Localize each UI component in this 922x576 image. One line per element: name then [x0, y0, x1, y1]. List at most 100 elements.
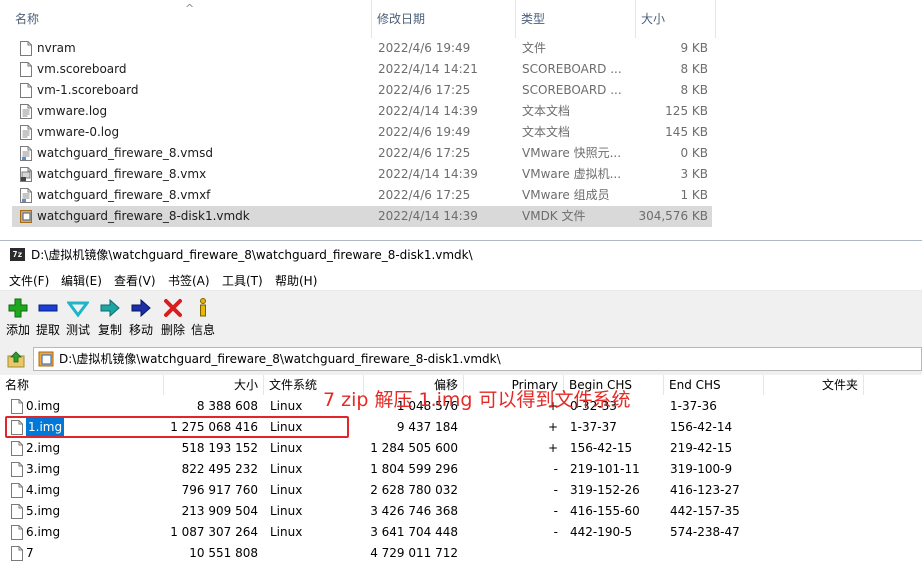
file-name: vm.scoreboard — [37, 62, 127, 76]
file-icon — [20, 41, 32, 56]
row-begin-chs: 219-101-11 — [570, 462, 640, 476]
vmware-config-icon — [20, 167, 32, 182]
window-title: D:\虚拟机镜像\watchguard_fireware_8\watchguar… — [31, 248, 473, 262]
file-row[interactable]: watchguard_fireware_8-disk1.vmdk 2022/4/1… — [12, 206, 712, 227]
row-filesystem: Linux — [270, 420, 303, 434]
file-row[interactable]: vmware-0.log 2022/4/6 19:49 文本文档 145 KB — [12, 122, 712, 143]
row-end-chs: 416-123-27 — [670, 483, 740, 497]
row-name: 3.img — [26, 462, 61, 476]
file-size: 0 KB — [680, 146, 708, 160]
file-row[interactable]: nvram 2022/4/6 19:49 文件 9 KB — [12, 38, 712, 59]
file-type: 文件 — [522, 41, 547, 55]
column-type[interactable]: 类型 — [516, 0, 636, 38]
address-field[interactable]: D:\虚拟机镜像\watchguard_fireware_8\watchguar… — [33, 347, 922, 371]
archive-row[interactable]: 7 10 551 808 4 729 011 712 — [0, 543, 922, 564]
menu-help[interactable]: 帮助(H) — [273, 272, 319, 289]
row-size: 1 275 068 416 — [170, 420, 258, 434]
column-size[interactable]: 大小 — [636, 0, 716, 38]
archive-row[interactable]: 3.img 822 495 232 Linux 1 804 599 296 -219-1… — [0, 459, 922, 480]
file-modified: 2022/4/14 14:39 — [378, 209, 478, 223]
row-offset: 9 437 184 — [396, 420, 458, 434]
address-path: D:\虚拟机镜像\watchguard_fireware_8\watchguar… — [59, 352, 501, 366]
row-size: 8 388 608 — [196, 399, 258, 413]
file-modified: 2022/4/6 19:49 — [378, 41, 471, 55]
info-button[interactable]: 信息 — [187, 296, 219, 340]
file-icon — [11, 483, 23, 498]
archive-row[interactable]: 6.img 1 087 307 264 Linux 3 641 704 448 -442… — [0, 522, 922, 543]
row-begin-chs: 416-155-60 — [570, 504, 640, 518]
file-size: 125 KB — [665, 104, 708, 118]
archive-row[interactable]: 4.img 796 917 760 Linux 2 628 780 032 -319-1… — [0, 480, 922, 501]
row-filesystem: Linux — [270, 441, 303, 455]
file-row[interactable]: vm-1.scoreboard 2022/4/6 17:25 SCOREBOARD … — [12, 80, 712, 101]
row-end-chs: 574-238-47 — [670, 525, 740, 539]
file-name: watchguard_fireware_8.vmsd — [37, 146, 213, 160]
file-row[interactable]: watchguard_fireware_8.vmsd 2022/4/6 17:25… — [12, 143, 712, 164]
archive-row[interactable]: 1.img 1 275 068 416 Linux 9 437 184 +1-37-37… — [0, 417, 922, 438]
file-icon — [11, 525, 23, 540]
row-offset: 2 628 780 032 — [370, 483, 458, 497]
row-name: 7 — [26, 546, 34, 560]
file-name: vm-1.scoreboard — [37, 83, 139, 97]
row-offset: 1 804 599 296 — [370, 462, 458, 476]
row-size: 213 909 504 — [181, 504, 258, 518]
file-name: watchguard_fireware_8.vmx — [37, 167, 207, 181]
file-type: 文本文档 — [522, 125, 571, 139]
file-name: watchguard_fireware_8.vmxf — [37, 188, 211, 202]
menu-file[interactable]: 文件(F) — [7, 272, 51, 289]
file-type: 文本文档 — [522, 104, 571, 118]
list-column-folder[interactable]: 文件夹 — [764, 375, 864, 395]
menu-view[interactable]: 查看(V) — [112, 272, 158, 289]
title-bar: 7z D:\虚拟机镜像\watchguard_fireware_8\watchg… — [0, 241, 922, 269]
row-begin-chs: 319-152-26 — [570, 483, 640, 497]
row-offset: 3 641 704 448 — [370, 525, 458, 539]
file-row[interactable]: watchguard_fireware_8.vmx 2022/4/14 14:39… — [12, 164, 712, 185]
row-primary: - — [553, 483, 558, 497]
column-modified[interactable]: 修改日期 — [372, 0, 516, 38]
file-name: nvram — [37, 41, 76, 55]
archive-row[interactable]: 5.img 213 909 504 Linux 3 426 746 368 -416-1… — [0, 501, 922, 522]
row-primary: - — [553, 525, 558, 539]
list-column-end-chs[interactable]: End CHS — [664, 375, 764, 395]
archive-row[interactable]: 2.img 518 193 152 Linux 1 284 505 600 +156-4… — [0, 438, 922, 459]
file-size: 145 KB — [665, 125, 708, 139]
move-icon — [131, 298, 151, 318]
row-end-chs: 1-37-36 — [670, 399, 717, 413]
list-column-name[interactable]: 名称 — [0, 375, 164, 395]
toolbar: 添加 提取 测试 复制 移动 删除 信息 — [0, 292, 922, 342]
list-column-size[interactable]: 大小 — [164, 375, 264, 395]
info-icon — [200, 298, 206, 317]
menu-bookmarks[interactable]: 书签(A) — [166, 272, 212, 289]
row-name: 6.img — [26, 525, 61, 539]
row-begin-chs: 442-190-5 — [570, 525, 633, 539]
file-modified: 2022/4/6 17:25 — [378, 83, 471, 97]
row-end-chs: 156-42-14 — [670, 420, 733, 434]
file-size: 3 KB — [680, 167, 708, 181]
file-name: vmware-0.log — [37, 125, 120, 139]
row-filesystem: Linux — [270, 399, 303, 413]
add-icon — [8, 298, 28, 318]
row-size: 10 551 808 — [189, 546, 258, 560]
file-row[interactable]: vmware.log 2022/4/14 14:39 文本文档 125 KB — [12, 101, 712, 122]
menu-tools[interactable]: 工具(T) — [220, 272, 265, 289]
row-name: 2.img — [26, 441, 61, 455]
row-name: 0.img — [26, 399, 61, 413]
vmware-file-icon — [20, 188, 32, 203]
column-name[interactable]: 名称 — [10, 0, 372, 38]
vmdk-icon — [20, 210, 32, 223]
file-row[interactable]: vm.scoreboard 2022/4/14 14:21 SCOREBOARD .… — [12, 59, 712, 80]
row-filesystem: Linux — [270, 483, 303, 497]
row-size: 796 917 760 — [181, 483, 258, 497]
row-offset: 1 284 505 600 — [370, 441, 458, 455]
row-name: 4.img — [26, 483, 61, 497]
file-row[interactable]: watchguard_fireware_8.vmxf 2022/4/6 17:25… — [12, 185, 712, 206]
folder-up-icon[interactable] — [7, 350, 25, 368]
row-begin-chs: 1-37-37 — [570, 420, 617, 434]
file-modified: 2022/4/6 17:25 — [378, 146, 471, 160]
address-bar: D:\虚拟机镜像\watchguard_fireware_8\watchguar… — [0, 345, 922, 373]
file-icon — [20, 83, 32, 98]
menu-edit[interactable]: 编辑(E) — [59, 272, 104, 289]
file-explorer-list: ^ 名称 修改日期 类型 大小 nvram 2022/4/6 19:49 文件 9 K… — [0, 0, 922, 234]
row-end-chs: 219-42-15 — [670, 441, 733, 455]
file-icon — [11, 504, 23, 519]
